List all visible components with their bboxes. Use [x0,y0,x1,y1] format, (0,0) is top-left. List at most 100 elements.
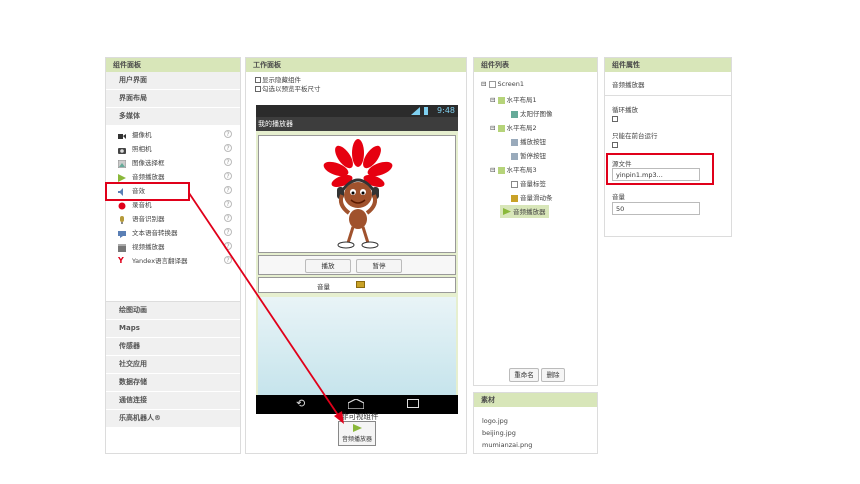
show-hidden-checkbox[interactable] [255,77,261,83]
category-social[interactable]: 社交应用 [106,356,240,374]
media-item-list: 摄像机 ? 照相机 ? 图像选择框 ? 音频播放器 ? 音效 ? 录音机 ? 语… [106,126,240,301]
tree-item-pause-button[interactable]: 暂停按钮 [511,150,546,160]
help-icon[interactable]: ? [224,256,232,264]
tree-item-play-button[interactable]: 播放按钮 [511,136,546,146]
palette-item-label: 文本语音转换器 [132,229,178,237]
viewer-options: 显示隐藏组件 勾选以预览平板尺寸 [246,72,466,94]
palette-item-label: 视频播放器 [132,243,165,251]
tree-item-volume-label[interactable]: 音量标签 [511,178,546,188]
help-icon[interactable]: ? [224,172,232,180]
video-player-icon [118,243,126,252]
help-icon[interactable]: ? [224,214,232,222]
screen-empty-area [258,297,456,395]
volume-row: 音量 [258,277,456,293]
category-media[interactable]: 多媒体 [106,108,240,126]
help-icon[interactable]: ? [224,228,232,236]
components-title: 组件列表 [474,58,597,72]
palette-item-video-player[interactable]: 视频播放器 ? [106,240,240,254]
loop-checkbox[interactable] [612,116,618,122]
image-icon [511,110,518,118]
image-picker-icon [117,159,127,169]
selected-component-name: 音频播放器 [605,72,731,96]
app-title-bar: 我的播放器 [256,117,458,131]
palette-item-label: 照相机 [132,145,152,153]
recent-apps-icon[interactable] [407,399,419,408]
foreground-label: 只能在前台运行 [612,132,658,140]
status-bar: 9:48 [256,105,458,117]
buttons-row: 播放 暂停 [258,255,456,275]
tablet-preview-checkbox[interactable] [255,86,261,92]
camera-icon [118,145,126,154]
show-hidden-option[interactable]: 显示隐藏组件 [255,76,466,85]
nonvisible-player-item[interactable]: 音频播放器 [338,421,376,446]
volume-label: 音量 [317,283,330,291]
status-time: 9:48 [437,106,455,115]
media-file[interactable]: logo.jpg [482,417,508,425]
palette-item-label: 音频播放器 [132,173,165,181]
palette-item-camera[interactable]: 照相机 ? [106,142,240,156]
components-panel: 组件列表 ⊟ Screen1 ⊟ 水平布局1 太阳仔图像 ⊟ 水平布局2 播放按… [473,57,598,386]
foreground-checkbox[interactable] [612,142,618,148]
tree-item-hlayout1[interactable]: ⊟ 水平布局1 [490,94,537,104]
category-connectivity[interactable]: 通信连接 [106,392,240,410]
layout-icon [497,96,505,104]
slider-icon [511,194,518,202]
palette-item-label: Yandex语言翻译器 [132,257,188,265]
screen-icon [488,80,496,88]
help-icon[interactable]: ? [224,144,232,152]
help-icon[interactable]: ? [224,186,232,194]
palette-item-image-picker[interactable]: 图像选择框 ? [106,156,240,170]
tree-item-player[interactable]: 音频播放器 [500,205,549,218]
tree-item-screen1[interactable]: ⊟ Screen1 [481,80,524,88]
category-storage[interactable]: 数据存储 [106,374,240,392]
rename-button[interactable]: 重命名 [509,368,539,382]
player-icon [503,207,511,217]
tablet-preview-option[interactable]: 勾选以预览平板尺寸 [255,85,466,94]
palette-item-label: 摄像机 [132,131,152,139]
properties-panel: 组件属性 音频播放器 循环播放 只能在前台运行 源文件 yinpin1.mp3.… [604,57,732,237]
category-maps[interactable]: Maps [106,320,240,338]
viewer-panel: 工作面板 显示隐藏组件 勾选以预览平板尺寸 9:48 我的播放器 播放 暂停 音… [245,57,467,454]
tree-item-volume-slider[interactable]: 音量滑动条 [511,192,553,202]
help-icon[interactable]: ? [224,242,232,250]
yandex-icon: Y [118,256,124,265]
slider-icon[interactable] [356,281,365,288]
category-layout[interactable]: 界面布局 [106,90,240,108]
battery-icon [424,107,428,115]
phone-frame: 9:48 我的播放器 播放 暂停 音量 ⟲ [256,105,458,414]
viewer-title: 工作面板 [246,58,466,72]
palette-player-highlight [105,182,190,201]
properties-title: 组件属性 [605,58,731,72]
volume-field[interactable]: 50 [612,202,700,215]
media-panel: 素材 logo.jpg beijing.jpg mumianzai.png [473,392,598,454]
palette-panel: 组件面板 用户界面 界面布局 多媒体 摄像机 ? 照相机 ? 图像选择框 ? 音… [105,57,241,454]
palette-title: 组件面板 [106,58,240,72]
palette-item-camcorder[interactable]: 摄像机 ? [106,128,240,142]
image-container [258,135,456,253]
help-icon[interactable]: ? [224,130,232,138]
media-file[interactable]: beijing.jpg [482,429,516,437]
volume-property-label: 音量 [612,193,625,201]
help-icon[interactable]: ? [224,158,232,166]
tree-item-hlayout2[interactable]: ⊟ 水平布局2 [490,122,537,132]
tree-item-image[interactable]: 太阳仔图像 [511,108,553,118]
media-file[interactable]: mumianzai.png [482,441,532,449]
delete-button[interactable]: 删除 [541,368,565,382]
category-user-interface[interactable]: 用户界面 [106,72,240,90]
recorder-icon [118,201,126,210]
loop-label: 循环播放 [612,106,638,114]
category-sensors[interactable]: 传感器 [106,338,240,356]
category-drawing-animation[interactable]: 绘图动画 [106,301,240,320]
palette-item-speech-recognizer[interactable]: 语音识别器 ? [106,212,240,226]
category-lego[interactable]: 乐高机器人® [106,410,240,428]
media-title: 素材 [474,393,597,407]
home-icon[interactable] [347,398,365,411]
pause-button[interactable]: 暂停 [356,259,402,273]
help-icon[interactable]: ? [224,200,232,208]
back-icon[interactable]: ⟲ [296,398,305,410]
tree-item-hlayout3[interactable]: ⊟ 水平布局3 [490,164,537,174]
play-button[interactable]: 播放 [305,259,351,273]
palette-item-label: 录音机 [132,201,152,209]
palette-item-yandex-translator[interactable]: Y Yandex语言翻译器 ? [106,254,240,268]
palette-item-text-to-speech[interactable]: 文本语音转换器 ? [106,226,240,240]
